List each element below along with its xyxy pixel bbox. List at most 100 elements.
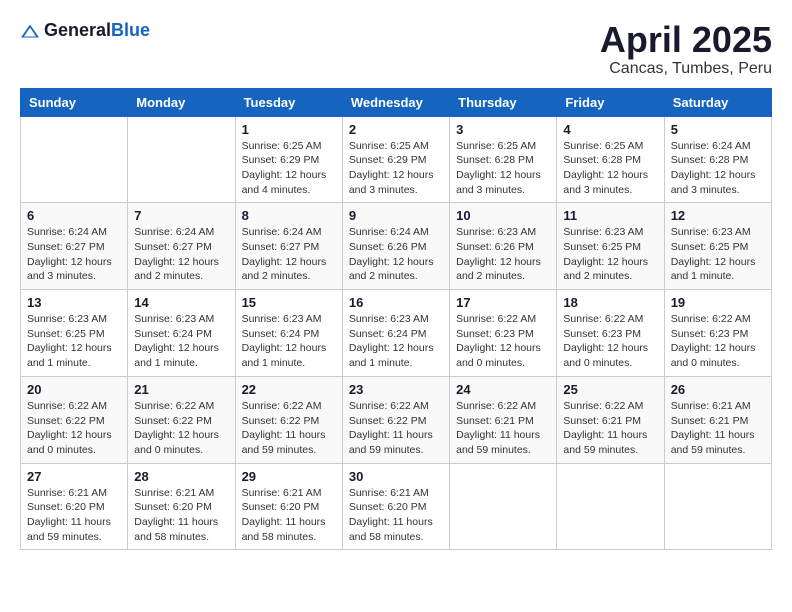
day-number: 9 — [349, 208, 443, 223]
day-info: Sunrise: 6:21 AM Sunset: 6:20 PM Dayligh… — [134, 486, 228, 545]
logo-blue-text: Blue — [111, 20, 150, 40]
day-info: Sunrise: 6:21 AM Sunset: 6:20 PM Dayligh… — [27, 486, 121, 545]
calendar-cell: 14 Sunrise: 6:23 AM Sunset: 6:24 PM Dayli… — [128, 290, 235, 377]
day-number: 16 — [349, 295, 443, 310]
day-info: Sunrise: 6:21 AM Sunset: 6:21 PM Dayligh… — [671, 399, 765, 458]
day-number: 3 — [456, 122, 550, 137]
day-info: Sunrise: 6:22 AM Sunset: 6:23 PM Dayligh… — [456, 312, 550, 371]
calendar-cell: 17 Sunrise: 6:22 AM Sunset: 6:23 PM Dayli… — [450, 290, 557, 377]
weekday-header-row: SundayMondayTuesdayWednesdayThursdayFrid… — [21, 88, 772, 116]
weekday-header-wednesday: Wednesday — [342, 88, 449, 116]
weekday-header-thursday: Thursday — [450, 88, 557, 116]
day-number: 13 — [27, 295, 121, 310]
weekday-header-sunday: Sunday — [21, 88, 128, 116]
day-number: 22 — [242, 382, 336, 397]
day-number: 14 — [134, 295, 228, 310]
day-info: Sunrise: 6:25 AM Sunset: 6:29 PM Dayligh… — [242, 139, 336, 198]
day-info: Sunrise: 6:23 AM Sunset: 6:24 PM Dayligh… — [242, 312, 336, 371]
weekday-header-saturday: Saturday — [664, 88, 771, 116]
calendar-cell: 19 Sunrise: 6:22 AM Sunset: 6:23 PM Dayli… — [664, 290, 771, 377]
day-info: Sunrise: 6:24 AM Sunset: 6:26 PM Dayligh… — [349, 225, 443, 284]
calendar-week-row: 27Sunrise: 6:21 AM Sunset: 6:20 PM Dayli… — [21, 463, 772, 550]
logo: GeneralBlue — [20, 20, 150, 41]
calendar-cell: 28 Sunrise: 6:21 AM Sunset: 6:20 PM Dayli… — [128, 463, 235, 550]
calendar-cell: 16 Sunrise: 6:23 AM Sunset: 6:24 PM Dayli… — [342, 290, 449, 377]
calendar-week-row: 6 Sunrise: 6:24 AM Sunset: 6:27 PM Daylig… — [21, 203, 772, 290]
day-number: 19 — [671, 295, 765, 310]
day-info: Sunrise: 6:23 AM Sunset: 6:25 PM Dayligh… — [563, 225, 657, 284]
calendar-cell: 20 Sunrise: 6:22 AM Sunset: 6:22 PM Dayli… — [21, 376, 128, 463]
day-info: Sunrise: 6:25 AM Sunset: 6:28 PM Dayligh… — [456, 139, 550, 198]
day-info: Sunrise: 6:23 AM Sunset: 6:24 PM Dayligh… — [349, 312, 443, 371]
day-info: Sunrise: 6:24 AM Sunset: 6:27 PM Dayligh… — [242, 225, 336, 284]
day-number: 6 — [27, 208, 121, 223]
calendar-cell: 25Sunrise: 6:22 AM Sunset: 6:21 PM Dayli… — [557, 376, 664, 463]
day-info: Sunrise: 6:22 AM Sunset: 6:22 PM Dayligh… — [349, 399, 443, 458]
day-info: Sunrise: 6:22 AM Sunset: 6:23 PM Dayligh… — [563, 312, 657, 371]
day-number: 26 — [671, 382, 765, 397]
calendar-cell: 24Sunrise: 6:22 AM Sunset: 6:21 PM Dayli… — [450, 376, 557, 463]
day-number: 8 — [242, 208, 336, 223]
day-info: Sunrise: 6:21 AM Sunset: 6:20 PM Dayligh… — [242, 486, 336, 545]
day-number: 1 — [242, 122, 336, 137]
calendar-cell: 2 Sunrise: 6:25 AM Sunset: 6:29 PM Daylig… — [342, 116, 449, 203]
day-number: 2 — [349, 122, 443, 137]
calendar-cell: 4 Sunrise: 6:25 AM Sunset: 6:28 PM Daylig… — [557, 116, 664, 203]
calendar-cell: 29 Sunrise: 6:21 AM Sunset: 6:20 PM Dayli… — [235, 463, 342, 550]
day-info: Sunrise: 6:23 AM Sunset: 6:24 PM Dayligh… — [134, 312, 228, 371]
title-area: April 2025 Cancas, Tumbes, Peru — [600, 20, 772, 78]
day-info: Sunrise: 6:21 AM Sunset: 6:20 PM Dayligh… — [349, 486, 443, 545]
calendar-cell: 1 Sunrise: 6:25 AM Sunset: 6:29 PM Daylig… — [235, 116, 342, 203]
day-number: 18 — [563, 295, 657, 310]
day-info: Sunrise: 6:25 AM Sunset: 6:29 PM Dayligh… — [349, 139, 443, 198]
day-number: 17 — [456, 295, 550, 310]
calendar-cell: 15 Sunrise: 6:23 AM Sunset: 6:24 PM Dayli… — [235, 290, 342, 377]
day-number: 28 — [134, 469, 228, 484]
day-info: Sunrise: 6:24 AM Sunset: 6:27 PM Dayligh… — [134, 225, 228, 284]
logo-general-text: General — [44, 20, 111, 40]
day-number: 4 — [563, 122, 657, 137]
calendar-cell: 22 Sunrise: 6:22 AM Sunset: 6:22 PM Dayli… — [235, 376, 342, 463]
calendar-cell — [21, 116, 128, 203]
calendar-week-row: 13Sunrise: 6:23 AM Sunset: 6:25 PM Dayli… — [21, 290, 772, 377]
calendar-cell: 21Sunrise: 6:22 AM Sunset: 6:22 PM Dayli… — [128, 376, 235, 463]
day-info: Sunrise: 6:22 AM Sunset: 6:21 PM Dayligh… — [456, 399, 550, 458]
calendar-cell: 6 Sunrise: 6:24 AM Sunset: 6:27 PM Daylig… — [21, 203, 128, 290]
day-number: 10 — [456, 208, 550, 223]
day-info: Sunrise: 6:25 AM Sunset: 6:28 PM Dayligh… — [563, 139, 657, 198]
day-number: 11 — [563, 208, 657, 223]
day-info: Sunrise: 6:24 AM Sunset: 6:27 PM Dayligh… — [27, 225, 121, 284]
calendar-cell — [450, 463, 557, 550]
day-info: Sunrise: 6:22 AM Sunset: 6:22 PM Dayligh… — [242, 399, 336, 458]
calendar-cell: 7Sunrise: 6:24 AM Sunset: 6:27 PM Daylig… — [128, 203, 235, 290]
calendar-cell: 10 Sunrise: 6:23 AM Sunset: 6:26 PM Dayli… — [450, 203, 557, 290]
calendar-cell — [128, 116, 235, 203]
day-info: Sunrise: 6:22 AM Sunset: 6:21 PM Dayligh… — [563, 399, 657, 458]
day-number: 29 — [242, 469, 336, 484]
day-number: 5 — [671, 122, 765, 137]
calendar-week-row: 20 Sunrise: 6:22 AM Sunset: 6:22 PM Dayli… — [21, 376, 772, 463]
calendar-cell: 3 Sunrise: 6:25 AM Sunset: 6:28 PM Daylig… — [450, 116, 557, 203]
calendar-week-row: 1 Sunrise: 6:25 AM Sunset: 6:29 PM Daylig… — [21, 116, 772, 203]
day-info: Sunrise: 6:23 AM Sunset: 6:26 PM Dayligh… — [456, 225, 550, 284]
logo-icon — [20, 21, 40, 41]
day-number: 15 — [242, 295, 336, 310]
calendar-cell: 11 Sunrise: 6:23 AM Sunset: 6:25 PM Dayli… — [557, 203, 664, 290]
day-info: Sunrise: 6:22 AM Sunset: 6:23 PM Dayligh… — [671, 312, 765, 371]
day-info: Sunrise: 6:24 AM Sunset: 6:28 PM Dayligh… — [671, 139, 765, 198]
day-info: Sunrise: 6:22 AM Sunset: 6:22 PM Dayligh… — [27, 399, 121, 458]
weekday-header-tuesday: Tuesday — [235, 88, 342, 116]
calendar-cell: 27Sunrise: 6:21 AM Sunset: 6:20 PM Dayli… — [21, 463, 128, 550]
calendar-cell: 9 Sunrise: 6:24 AM Sunset: 6:26 PM Daylig… — [342, 203, 449, 290]
calendar-cell: 30 Sunrise: 6:21 AM Sunset: 6:20 PM Dayli… — [342, 463, 449, 550]
location-subtitle: Cancas, Tumbes, Peru — [600, 60, 772, 78]
day-number: 12 — [671, 208, 765, 223]
month-year-title: April 2025 — [600, 20, 772, 60]
day-number: 21 — [134, 382, 228, 397]
day-number: 20 — [27, 382, 121, 397]
day-info: Sunrise: 6:23 AM Sunset: 6:25 PM Dayligh… — [671, 225, 765, 284]
calendar-cell — [557, 463, 664, 550]
day-number: 30 — [349, 469, 443, 484]
calendar-cell: 26 Sunrise: 6:21 AM Sunset: 6:21 PM Dayli… — [664, 376, 771, 463]
calendar-cell — [664, 463, 771, 550]
